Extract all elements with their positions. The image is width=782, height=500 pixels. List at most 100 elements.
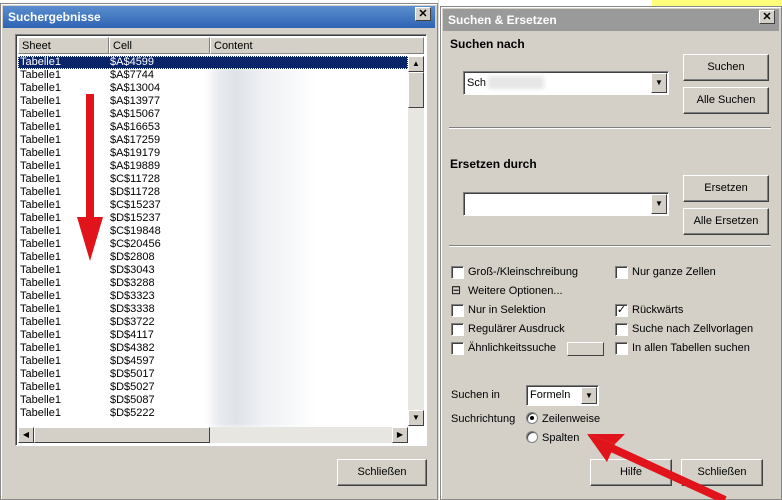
chevron-down-icon[interactable]: ▼ bbox=[581, 387, 597, 404]
hscroll-thumb[interactable] bbox=[34, 427, 210, 443]
row-cell: $C$20456 bbox=[110, 238, 161, 250]
row-sheet: Tabelle1 bbox=[20, 407, 61, 419]
row-sheet: Tabelle1 bbox=[20, 134, 61, 146]
direction-label: Suchrichtung bbox=[451, 413, 516, 425]
horizontal-scrollbar[interactable]: ◀ ▶ bbox=[18, 427, 408, 443]
row-sheet: Tabelle1 bbox=[20, 212, 61, 224]
vertical-scrollbar[interactable]: ▲ ▼ bbox=[408, 56, 424, 426]
results-titlebar[interactable]: Suchergebnisse bbox=[3, 6, 435, 28]
row-sheet: Tabelle1 bbox=[20, 277, 61, 289]
find-replace-close-icon[interactable]: ✕ bbox=[759, 10, 775, 24]
row-sheet: Tabelle1 bbox=[20, 238, 61, 250]
results-close-icon[interactable]: ✕ bbox=[415, 7, 431, 21]
table-row[interactable]: Tabelle1 $D$4382 bbox=[18, 342, 408, 355]
separator bbox=[449, 127, 771, 129]
row-cell: $A$16653 bbox=[110, 121, 161, 133]
replace-with-label: Ersetzen durch bbox=[450, 157, 537, 171]
row-cell: $A$17259 bbox=[110, 134, 161, 146]
match-case-label[interactable]: Groß-/Kleinschreibung bbox=[468, 266, 578, 278]
radio-dot bbox=[530, 416, 534, 420]
search-in-value: Formeln bbox=[530, 389, 571, 401]
column-header-content[interactable]: Content bbox=[210, 37, 424, 54]
selection-only-label[interactable]: Nur in Selektion bbox=[468, 304, 546, 316]
regex-label[interactable]: Regulärer Ausdruck bbox=[468, 323, 565, 335]
table-row[interactable]: Tabelle1 $D$4117 bbox=[18, 329, 408, 342]
row-sheet: Tabelle1 bbox=[20, 251, 61, 263]
row-cell: $C$19848 bbox=[110, 225, 161, 237]
table-row[interactable]: Tabelle1 $D$5017 bbox=[18, 368, 408, 381]
more-options-toggle[interactable]: Weitere Optionen... bbox=[468, 285, 563, 297]
table-row[interactable]: Tabelle1 $D$5027 bbox=[18, 381, 408, 394]
row-sheet: Tabelle1 bbox=[20, 316, 61, 328]
row-cell: $D$4117 bbox=[110, 329, 154, 341]
chevron-down-icon[interactable]: ▼ bbox=[651, 194, 667, 214]
red-arrow-diagonal-icon bbox=[587, 434, 727, 500]
search-in-select[interactable]: Formeln ▼ bbox=[526, 385, 599, 406]
column-header-cell[interactable]: Cell bbox=[109, 37, 210, 54]
focus-outline bbox=[18, 56, 408, 69]
table-row[interactable]: Tabelle1 $D$3722 bbox=[18, 316, 408, 329]
row-sheet: Tabelle1 bbox=[20, 225, 61, 237]
column-header-sheet[interactable]: Sheet bbox=[18, 37, 109, 54]
row-cell: $A$7744 bbox=[110, 69, 155, 81]
direction-columns-radio[interactable] bbox=[526, 431, 538, 443]
similarity-label[interactable]: Ähnlichkeitssuche bbox=[468, 342, 556, 354]
table-row[interactable]: Tabelle1 $D$3288 bbox=[18, 277, 408, 290]
row-cell: $D$5087 bbox=[110, 394, 155, 406]
replace-button[interactable]: Ersetzen bbox=[683, 175, 769, 202]
table-row[interactable]: Tabelle1 $D$3323 bbox=[18, 290, 408, 303]
backwards-checkbox[interactable]: ✓ bbox=[615, 304, 628, 317]
row-sheet: Tabelle1 bbox=[20, 82, 61, 94]
table-row[interactable]: Tabelle1 $D$5087 bbox=[18, 394, 408, 407]
direction-rows-label[interactable]: Zeilenweise bbox=[542, 413, 600, 425]
table-row[interactable]: Tabelle1 $D$5222 bbox=[18, 407, 408, 420]
scroll-left-icon[interactable]: ◀ bbox=[18, 427, 34, 443]
whole-cells-label[interactable]: Nur ganze Zellen bbox=[632, 266, 716, 278]
scroll-down-icon[interactable]: ▼ bbox=[408, 410, 424, 426]
row-cell: $D$4597 bbox=[110, 355, 155, 367]
search-combobox[interactable]: Sch ▼ bbox=[463, 71, 669, 95]
row-sheet: Tabelle1 bbox=[20, 342, 61, 354]
cell-styles-checkbox[interactable] bbox=[615, 323, 628, 336]
all-sheets-checkbox[interactable] bbox=[615, 342, 628, 355]
collapse-icon[interactable]: ⊟ bbox=[451, 283, 461, 297]
row-sheet: Tabelle1 bbox=[20, 69, 61, 81]
row-cell: $A$15067 bbox=[110, 108, 161, 120]
row-sheet: Tabelle1 bbox=[20, 95, 61, 107]
search-all-button[interactable]: Alle Suchen bbox=[683, 87, 769, 114]
results-close-button[interactable]: Schließen bbox=[337, 459, 427, 486]
search-input[interactable]: Sch bbox=[467, 77, 486, 89]
grid-line bbox=[438, 0, 439, 500]
backwards-label[interactable]: Rückwärts bbox=[632, 304, 683, 316]
find-replace-titlebar[interactable]: Suchen & Ersetzen bbox=[443, 9, 779, 31]
table-row[interactable]: Tabelle1 $A$4599 bbox=[18, 56, 408, 69]
similarity-settings-button[interactable] bbox=[567, 342, 604, 356]
row-sheet: Tabelle1 bbox=[20, 186, 61, 198]
scroll-thumb[interactable] bbox=[408, 72, 424, 108]
all-sheets-label[interactable]: In allen Tabellen suchen bbox=[632, 342, 750, 354]
row-sheet: Tabelle1 bbox=[20, 199, 61, 211]
cell-styles-label[interactable]: Suche nach Zellvorlagen bbox=[632, 323, 753, 335]
regex-checkbox[interactable] bbox=[451, 323, 464, 336]
replace-all-button[interactable]: Alle Ersetzen bbox=[683, 208, 769, 235]
search-button[interactable]: Suchen bbox=[683, 54, 769, 81]
row-sheet: Tabelle1 bbox=[20, 394, 61, 406]
row-cell: $A$19179 bbox=[110, 147, 161, 159]
direction-columns-label[interactable]: Spalten bbox=[542, 432, 579, 444]
similarity-checkbox[interactable] bbox=[451, 342, 464, 355]
row-cell: $D$3323 bbox=[110, 290, 155, 302]
table-row[interactable]: Tabelle1 $A$7744 bbox=[18, 69, 408, 82]
table-row[interactable]: Tabelle1 $D$4597 bbox=[18, 355, 408, 368]
whole-cells-checkbox[interactable] bbox=[615, 266, 628, 279]
search-value-redacted bbox=[488, 76, 544, 89]
selection-only-checkbox[interactable] bbox=[451, 304, 464, 317]
table-row[interactable]: Tabelle1 $D$3338 bbox=[18, 303, 408, 316]
row-cell: $D$4382 bbox=[110, 342, 155, 354]
match-case-checkbox[interactable] bbox=[451, 266, 464, 279]
scroll-right-icon[interactable]: ▶ bbox=[392, 427, 408, 443]
chevron-down-icon[interactable]: ▼ bbox=[651, 73, 667, 93]
row-cell: $D$2808 bbox=[110, 251, 155, 263]
replace-combobox[interactable]: ▼ bbox=[463, 192, 669, 216]
direction-rows-radio[interactable] bbox=[526, 412, 538, 424]
scroll-up-icon[interactable]: ▲ bbox=[408, 56, 424, 72]
